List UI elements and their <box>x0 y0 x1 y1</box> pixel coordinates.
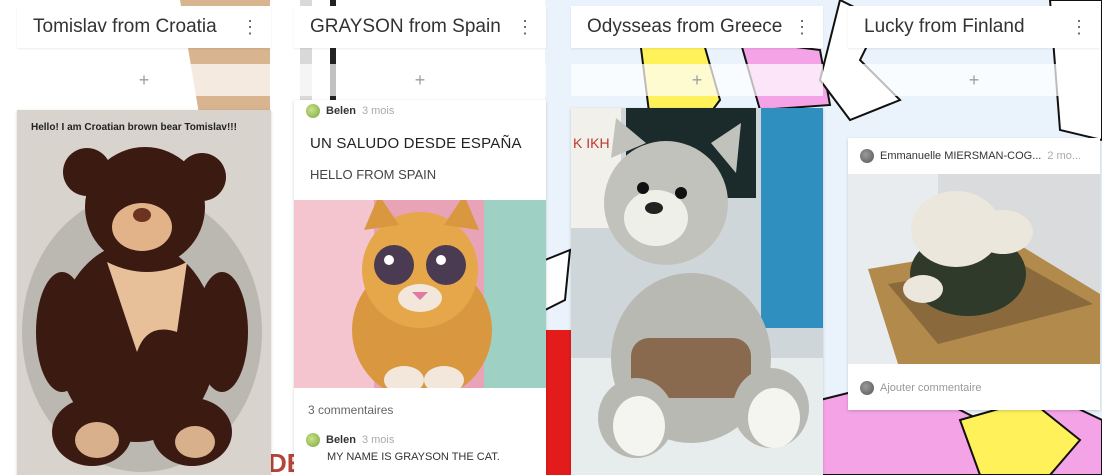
column-croatia: Tomislav from Croatia ⋮ + Hello! I am Cr… <box>17 0 271 475</box>
column-greece: Odysseas from Greece ⋮ + Κ ΙΚΗ ΝΙΑ <box>571 0 823 475</box>
column-menu-icon[interactable]: ⋮ <box>793 18 811 36</box>
avatar <box>306 433 320 447</box>
avatar <box>860 381 874 395</box>
post-card[interactable]: Belen 3 mois UN SALUDO DESDE ESPAÑA HELL… <box>294 100 546 475</box>
column-header: Odysseas from Greece ⋮ <box>571 6 823 48</box>
post-author-row: Belen 3 mois <box>306 104 394 118</box>
column-finland: Lucky from Finland ⋮ + Emmanuelle MIERSM… <box>848 0 1100 475</box>
comment-time: 3 mois <box>361 434 395 446</box>
post-author: Belen <box>326 105 356 117</box>
comment-author-row: Belen 3 mois <box>306 433 394 447</box>
post-author-row: Emmanuelle MIERSMAN-COG... 2 mo... <box>860 149 1081 163</box>
post-time: 2 mo... <box>1047 150 1081 162</box>
column-title: GRAYSON from Spain <box>310 16 501 37</box>
add-comment-row[interactable]: Ajouter commentaire <box>860 381 982 395</box>
column-title: Odysseas from Greece <box>587 16 783 37</box>
post-card[interactable]: Hello! I am Croatian brown bear Tomislav… <box>17 110 271 475</box>
add-post-button[interactable]: + <box>848 64 1100 96</box>
cat-photo <box>294 200 546 388</box>
bear-photo <box>22 147 262 472</box>
comments-count[interactable]: 3 commentaires <box>308 403 393 417</box>
column-menu-icon[interactable]: ⋮ <box>516 18 534 36</box>
column-header: Lucky from Finland ⋮ <box>848 6 1100 48</box>
column-header: Tomislav from Croatia ⋮ <box>17 6 271 48</box>
sheep-photo <box>848 174 1100 364</box>
avatar <box>860 149 874 163</box>
post-card[interactable]: Κ ΙΚΗ ΝΙΑ <box>571 108 823 475</box>
add-post-button[interactable]: + <box>571 64 823 96</box>
avatar <box>306 104 320 118</box>
comment-author: Belen <box>326 434 356 446</box>
post-card[interactable]: Emmanuelle MIERSMAN-COG... 2 mo... Ajout… <box>848 138 1100 410</box>
post-author: Emmanuelle MIERSMAN-COG... <box>880 150 1042 162</box>
add-post-button[interactable]: + <box>294 64 546 96</box>
post-title: UN SALUDO DESDE ESPAÑA <box>310 135 522 152</box>
column-header: GRAYSON from Spain ⋮ <box>294 6 546 48</box>
add-comment-input[interactable]: Ajouter commentaire <box>880 382 982 394</box>
column-menu-icon[interactable]: ⋮ <box>241 18 259 36</box>
post-body: HELLO FROM SPAIN <box>310 167 437 182</box>
post-time: 3 mois <box>361 105 395 117</box>
bear-photo: Κ ΙΚΗ ΝΙΑ <box>571 108 823 475</box>
add-post-button[interactable]: + <box>17 64 271 96</box>
column-spain: GRAYSON from Spain ⋮ + Belen 3 mois UN S… <box>294 0 546 475</box>
column-title: Tomislav from Croatia <box>33 16 217 37</box>
column-title: Lucky from Finland <box>864 16 1025 37</box>
comment-text: MY NAME IS GRAYSON THE CAT. <box>327 451 500 463</box>
column-menu-icon[interactable]: ⋮ <box>1070 18 1088 36</box>
